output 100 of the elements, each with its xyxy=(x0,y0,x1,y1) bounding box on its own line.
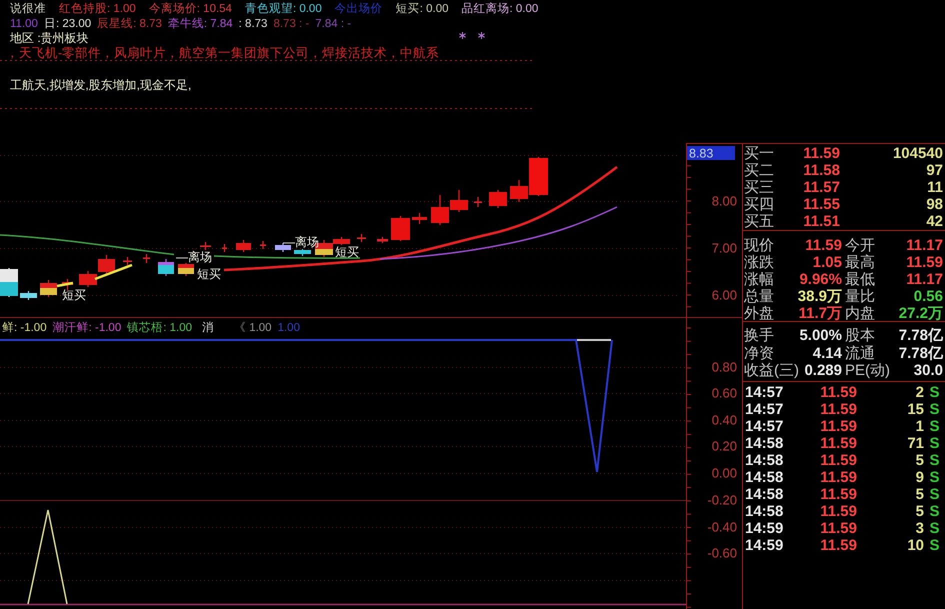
field-value: 11.59 xyxy=(905,254,944,271)
indicator-reading: 今出场价 xyxy=(334,2,383,16)
trade-side: S xyxy=(928,452,940,468)
trade-side: S xyxy=(928,520,940,536)
ma-reading: 11.00 xyxy=(10,16,38,31)
trade-volume: 15 xyxy=(906,400,924,418)
trade-volume: 3 xyxy=(914,520,924,536)
order-volume: 11 xyxy=(926,179,944,196)
candle xyxy=(357,234,366,242)
trade-volume: 71 xyxy=(906,434,924,452)
axis-label: -0.20 xyxy=(707,492,737,508)
candle xyxy=(178,263,194,276)
candle xyxy=(79,271,97,287)
trade-time: 14:58 xyxy=(744,434,784,452)
candle xyxy=(294,249,311,256)
trade-time: 14:57 xyxy=(744,400,784,418)
order-volume: 97 xyxy=(925,162,944,179)
ma-reading: : 8.73 xyxy=(238,16,268,31)
field-value: 27.2万 xyxy=(898,304,944,323)
ma-reading: 牵牛线: 7.84 xyxy=(168,16,233,31)
indicator-reading: 潮汗鲜: -1.00 xyxy=(52,321,122,335)
field-label: 流通 xyxy=(844,344,876,362)
field-value: 0.56 xyxy=(912,288,944,305)
signal-label: 短买 xyxy=(62,288,86,302)
axis-label: 0.20 xyxy=(712,438,737,454)
axis-label: 0.40 xyxy=(712,412,737,428)
field-label: 最低 xyxy=(844,270,876,288)
signal-label: 短买 xyxy=(335,245,359,259)
candle xyxy=(260,241,266,249)
candle xyxy=(489,190,507,208)
field-value: 38.9万 xyxy=(796,287,842,306)
field-value: 11.17 xyxy=(905,271,944,288)
current-price-label: 8.83 xyxy=(687,146,735,160)
field-label: 股本 xyxy=(844,326,876,345)
order-price: 11.55 xyxy=(802,196,840,213)
field-label: 换手 xyxy=(743,326,775,345)
trade-time: 14:57 xyxy=(744,384,784,400)
field-label: 今开 xyxy=(844,236,876,254)
candle xyxy=(275,243,291,252)
trade-volume: 9 xyxy=(914,468,924,486)
trade-time: 14:58 xyxy=(744,502,784,520)
ma-reading: 日: 23.00 xyxy=(44,16,92,31)
field-label: 总量 xyxy=(743,287,775,306)
candle xyxy=(0,268,18,297)
trade-price: 11.59 xyxy=(819,536,857,554)
order-label: 买二 xyxy=(743,161,775,180)
order-price: 11.58 xyxy=(802,162,840,179)
field-value: 5.00% xyxy=(799,327,842,344)
candle xyxy=(62,279,73,290)
trade-price: 11.59 xyxy=(819,452,857,468)
trade-price: 11.59 xyxy=(819,434,857,452)
candle xyxy=(412,213,427,224)
order-price: 11.57 xyxy=(802,179,840,196)
candle xyxy=(391,216,410,241)
field-value: 4.14 xyxy=(812,344,842,362)
field-value: 7.78亿 xyxy=(898,326,944,345)
axis-label: 8.00 xyxy=(712,194,737,208)
trade-time: 14:58 xyxy=(744,452,784,468)
trade-time: 14:58 xyxy=(744,468,784,486)
order-price: 11.51 xyxy=(802,213,840,230)
axis-label: -0.40 xyxy=(707,520,737,534)
trade-side: S xyxy=(928,434,940,452)
trade-price: 11.59 xyxy=(819,486,857,502)
axis-label: 0.00 xyxy=(712,466,737,480)
trade-volume: 5 xyxy=(914,452,924,468)
trade-side: S xyxy=(928,468,940,486)
trade-side: S xyxy=(928,384,940,400)
indicator-reading: 消 xyxy=(202,321,214,335)
indicator-reading: 红色持股: 1.00 xyxy=(59,2,136,16)
formula-name: 说很准 xyxy=(10,2,46,16)
trade-side: S xyxy=(928,536,940,554)
axis-label: 0.60 xyxy=(712,386,737,400)
signal-label: —离场 xyxy=(176,250,212,264)
indicator-reading: 今离场价: 10.54 xyxy=(148,2,232,16)
trade-price: 11.59 xyxy=(819,468,857,486)
candle xyxy=(20,291,37,300)
indicator-reading: 青色观望: 0.00 xyxy=(244,2,322,16)
trade-side: S xyxy=(928,486,940,502)
field-value: 11.59 xyxy=(804,237,842,254)
trade-price: 11.59 xyxy=(819,384,857,400)
candle xyxy=(222,244,227,252)
field-label: 量比 xyxy=(844,287,876,306)
axis-label: 7.00 xyxy=(712,240,737,256)
trade-volume: 10 xyxy=(906,536,924,554)
trade-time: 14:58 xyxy=(744,486,784,502)
order-volume: 104540 xyxy=(892,145,944,162)
field-label: 涨跌 xyxy=(743,253,775,272)
field-label: 收益(三) xyxy=(743,361,799,380)
trade-volume: 5 xyxy=(914,502,924,520)
field-label: 外盘 xyxy=(743,304,775,323)
candle xyxy=(450,190,468,212)
axis-label: 6.00 xyxy=(712,288,737,302)
indicator-reading: 1.00 xyxy=(278,321,300,335)
order-price: 11.59 xyxy=(802,145,840,162)
trade-volume: 1 xyxy=(914,418,924,434)
indicator-reading: 镇芯梧: 1.00 xyxy=(127,321,192,335)
field-value: 11.17 xyxy=(905,237,944,254)
candle xyxy=(123,257,132,265)
field-value: 7.78亿 xyxy=(898,344,944,362)
star-mark-icon xyxy=(458,32,466,39)
